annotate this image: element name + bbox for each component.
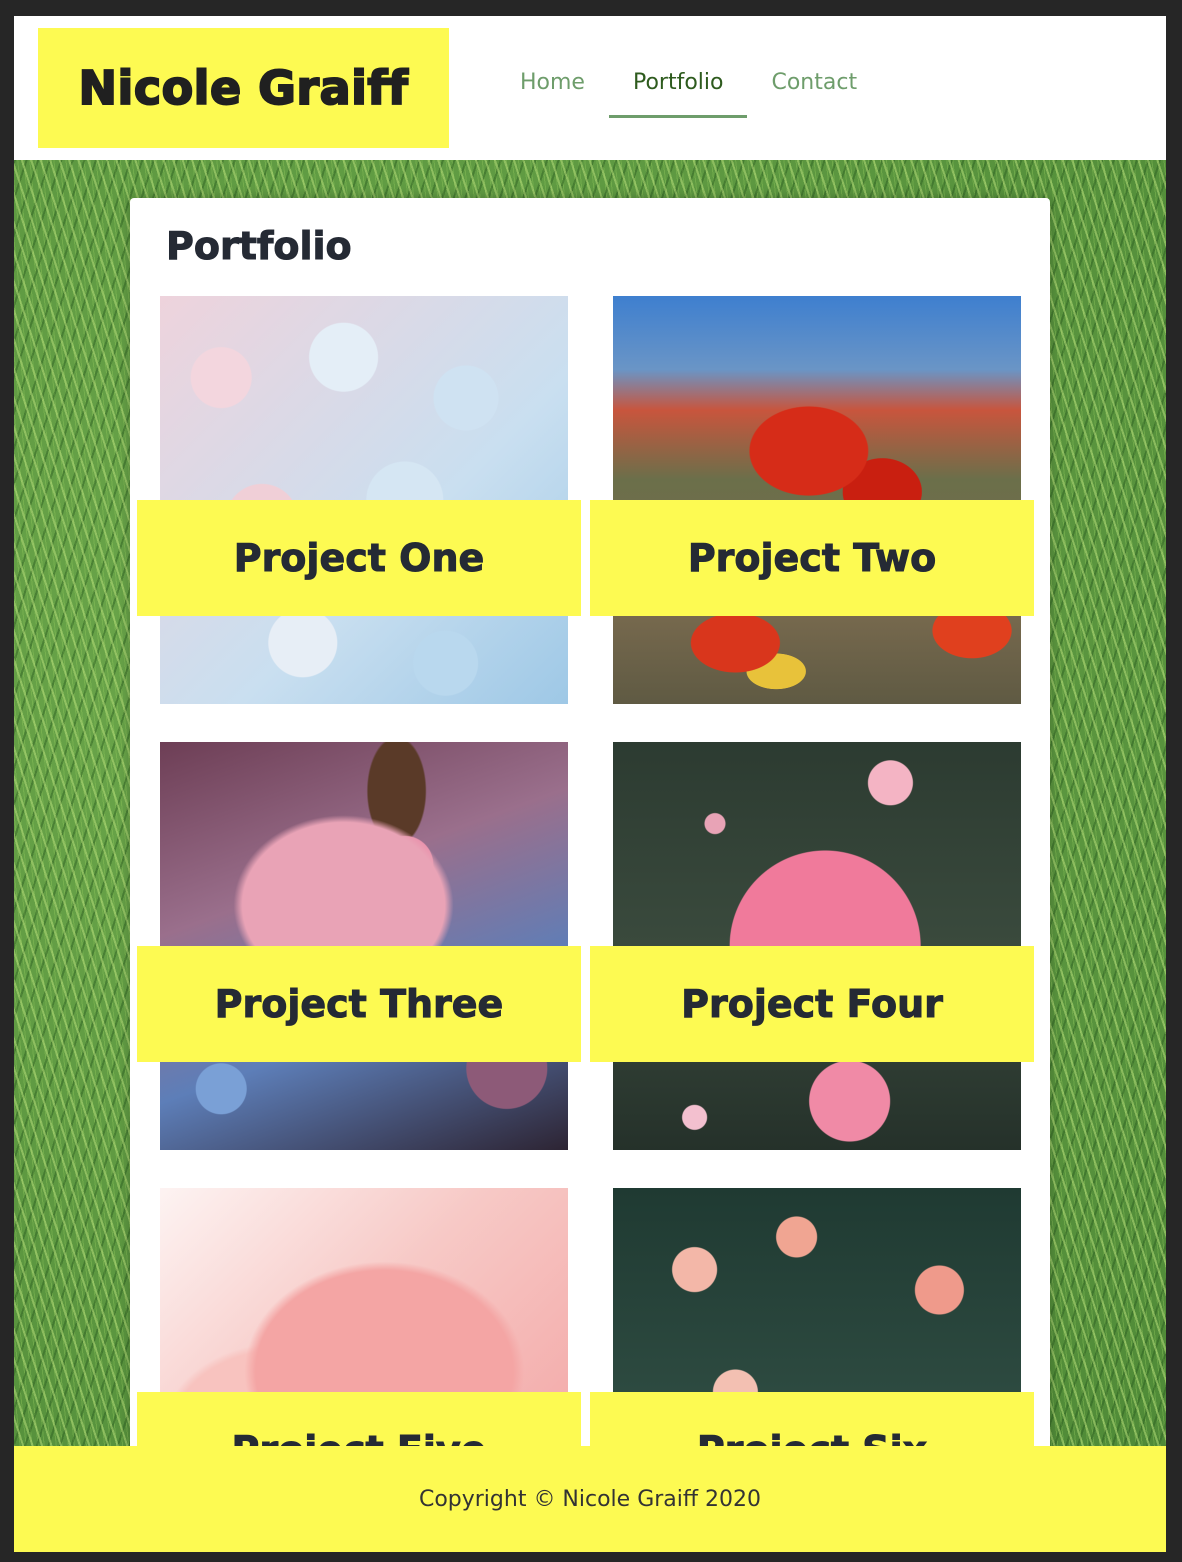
- project-label[interactable]: Project Three: [137, 946, 581, 1062]
- site-header: Nicole Graiff Home Portfolio Contact: [14, 16, 1166, 160]
- project-label[interactable]: Project Two: [590, 500, 1034, 616]
- project-label[interactable]: Project Four: [590, 946, 1034, 1062]
- logo[interactable]: Nicole Graiff: [38, 28, 449, 148]
- nav-portfolio-link[interactable]: Portfolio: [608, 64, 748, 118]
- copyright-text: Copyright © Nicole Graiff 2020: [418, 1486, 762, 1512]
- project-card[interactable]: Project Three: [137, 742, 581, 1150]
- page-title: Portfolio: [166, 224, 353, 269]
- site-footer: Copyright © Nicole Graiff 2020: [14, 1446, 1166, 1552]
- nav-contact-link[interactable]: Contact: [747, 64, 881, 118]
- project-card[interactable]: Project Four: [590, 742, 1034, 1150]
- portfolio-card: Portfolio Project One Project Two Projec…: [130, 198, 1050, 1552]
- logo-text: Nicole Graiff: [78, 60, 409, 116]
- project-label[interactable]: Project One: [137, 500, 581, 616]
- main-nav: Home Portfolio Contact: [496, 64, 881, 118]
- browser-viewport: Nicole Graiff Home Portfolio Contact Por…: [14, 16, 1166, 1552]
- project-card[interactable]: Project Two: [590, 296, 1034, 704]
- project-card[interactable]: Project One: [137, 296, 581, 704]
- nav-home-link[interactable]: Home: [496, 64, 609, 118]
